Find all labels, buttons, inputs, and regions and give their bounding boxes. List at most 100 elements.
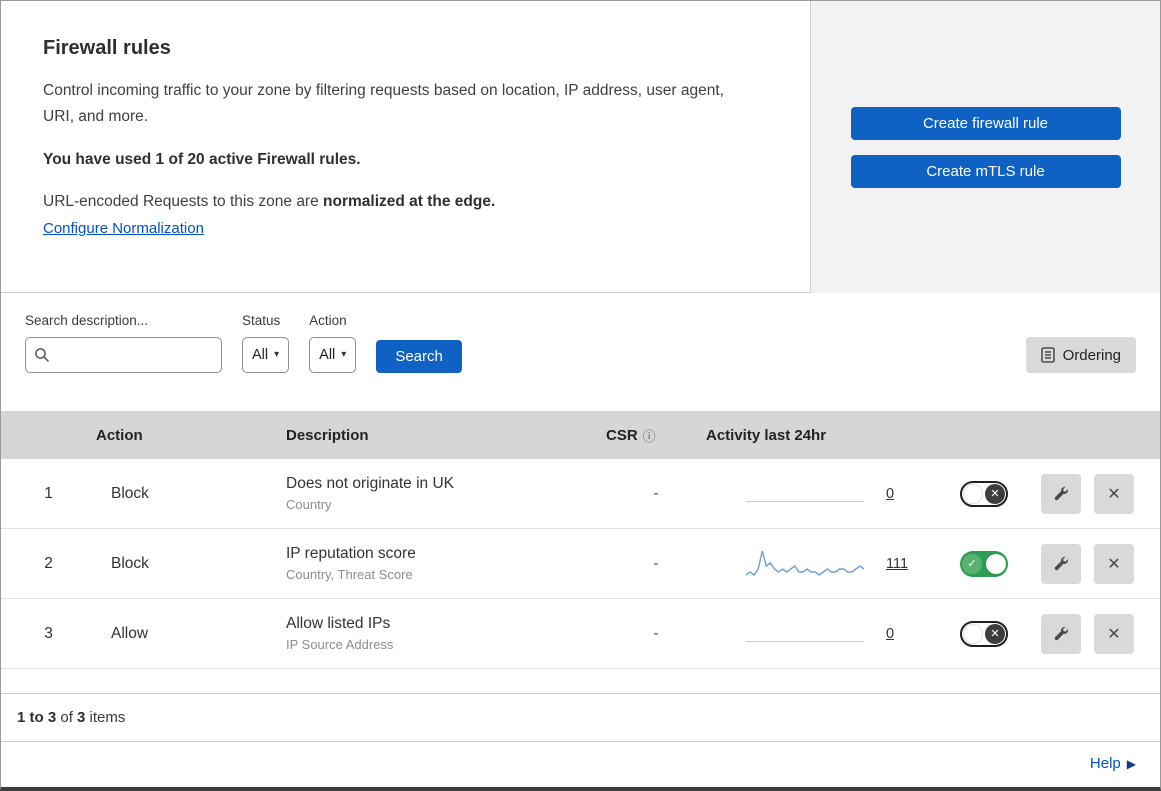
rule-csr: - <box>653 624 659 642</box>
rule-fields: Country <box>286 497 332 512</box>
rule-toggle-cell: ✓ ✕ <box>934 480 1034 507</box>
page-description: Control incoming traffic to your zone by… <box>43 82 724 125</box>
status-filter-dropdown[interactable]: All ▾ <box>242 337 290 373</box>
create-firewall-rule-button[interactable]: Create firewall rule <box>850 106 1121 140</box>
rule-description-cell: Does not originate in UK Country <box>286 475 606 512</box>
help-link[interactable]: Help ▶ <box>1090 755 1136 772</box>
edit-rule-button[interactable] <box>1041 473 1081 514</box>
page-header: Firewall rules Control incoming traffic … <box>1 1 1160 293</box>
action-label: Action <box>309 313 347 328</box>
page-title: Firewall rules <box>43 37 171 59</box>
pagination-items: items <box>85 709 126 726</box>
help-link-label: Help <box>1089 755 1121 772</box>
firewall-rules-page: Firewall rules Control incoming traffic … <box>0 0 1161 791</box>
toggle-knob <box>986 553 1006 574</box>
rule-delete-cell: ✕ <box>1088 613 1160 654</box>
rule-delete-cell: ✕ <box>1088 473 1160 514</box>
toggle-knob <box>963 623 983 644</box>
close-icon: ✕ <box>1107 555 1121 573</box>
rule-description-cell: Allow listed IPs IP Source Address <box>286 615 606 652</box>
rule-priority: 1 <box>44 484 53 502</box>
activity-count-link[interactable]: 111 <box>886 556 908 572</box>
rule-description: Does not originate in UK <box>286 475 455 492</box>
pagination-range: 1 to 3 <box>17 709 57 726</box>
action-filter-value: All <box>319 347 336 363</box>
column-csr: CSR ⓘ <box>606 426 706 445</box>
ordering-button-label: Ordering <box>1062 346 1121 364</box>
wrench-icon <box>1054 626 1068 640</box>
info-icon[interactable]: ⓘ <box>643 426 656 445</box>
rule-action: Allow <box>111 624 149 642</box>
filter-bar: Search description... Status All ▾ Actio… <box>1 293 1160 411</box>
column-activity: Activity last 24hr <box>706 426 827 444</box>
rule-activity-cell: 0 <box>706 476 934 512</box>
search-field-wrap <box>25 337 222 373</box>
activity-count-link[interactable]: 0 <box>886 626 894 642</box>
normalization-bold-text: normalized at the edge. <box>323 193 496 211</box>
search-group: Search description... <box>25 313 222 373</box>
close-icon: ✕ <box>1107 485 1121 503</box>
rule-description-cell: IP reputation score Country, Threat Scor… <box>286 545 606 582</box>
table-row: 2 Block IP reputation score Country, Thr… <box>1 529 1160 599</box>
check-icon: ✓ <box>962 553 982 574</box>
activity-sparkline <box>746 616 864 652</box>
status-filter-value: All <box>252 347 269 363</box>
usage-summary: You have used 1 of 20 active Firewall ru… <box>43 151 361 169</box>
search-label: Search description... <box>25 313 149 328</box>
action-filter-dropdown[interactable]: All ▾ <box>309 337 357 373</box>
rule-action: Block <box>111 484 149 502</box>
rule-fields: Country, Threat Score <box>286 567 413 582</box>
column-action: Action <box>96 426 143 444</box>
status-label: Status <box>242 313 281 328</box>
chevron-down-icon: ▾ <box>341 349 347 360</box>
toggle-knob <box>963 483 983 504</box>
rule-delete-cell: ✕ <box>1088 543 1160 584</box>
help-arrow-icon: ▶ <box>1126 756 1136 771</box>
rule-activity-cell: 0 <box>706 616 934 652</box>
table-row: 1 Block Does not originate in UK Country… <box>1 459 1160 529</box>
header-info: Firewall rules Control incoming traffic … <box>1 1 811 293</box>
rule-fields: IP Source Address <box>286 637 394 652</box>
rule-description: IP reputation score <box>286 545 416 562</box>
x-icon: ✕ <box>985 623 1005 644</box>
normalization-text: URL-encoded Requests to this zone are <box>43 193 324 211</box>
rule-enabled-toggle[interactable]: ✓ ✕ <box>960 620 1008 647</box>
rule-priority: 3 <box>44 624 53 642</box>
rule-csr: - <box>653 554 659 572</box>
search-input[interactable] <box>25 337 222 373</box>
pagination-summary: 1 to 3 of 3 items <box>1 693 1160 741</box>
activity-count-link[interactable]: 0 <box>886 486 894 502</box>
rule-description: Allow listed IPs <box>286 615 391 632</box>
edit-rule-button[interactable] <box>1041 613 1081 654</box>
table-row: 3 Allow Allow listed IPs IP Source Addre… <box>1 599 1160 669</box>
close-icon: ✕ <box>1107 625 1121 643</box>
rule-csr: - <box>653 484 659 502</box>
x-icon: ✕ <box>985 483 1005 504</box>
wrench-icon <box>1054 556 1068 570</box>
column-description: Description <box>286 426 369 444</box>
table-header-row: Action Description CSR ⓘ Activity last 2… <box>1 411 1160 459</box>
pagination-of: of <box>56 709 78 726</box>
create-mtls-rule-button[interactable]: Create mTLS rule <box>850 154 1121 188</box>
rule-edit-cell <box>1034 613 1088 654</box>
header-actions-panel: Create firewall rule Create mTLS rule <box>811 1 1160 293</box>
rule-action: Block <box>111 554 149 572</box>
help-row: Help ▶ <box>1 741 1160 787</box>
rule-edit-cell <box>1034 543 1088 584</box>
normalization-note: URL-encoded Requests to this zone are no… <box>43 193 770 211</box>
rule-enabled-toggle[interactable]: ✓ ✕ <box>960 480 1008 507</box>
list-icon <box>1040 347 1055 363</box>
search-button[interactable]: Search <box>376 340 462 373</box>
delete-rule-button[interactable]: ✕ <box>1094 473 1134 514</box>
configure-normalization-link[interactable]: Configure Normalization <box>43 220 204 237</box>
rule-edit-cell <box>1034 473 1088 514</box>
wrench-icon <box>1054 486 1068 500</box>
ordering-button[interactable]: Ordering <box>1025 337 1136 373</box>
rule-toggle-cell: ✓ ✕ <box>934 620 1034 647</box>
rule-enabled-toggle[interactable]: ✓ ✕ <box>960 550 1008 577</box>
edit-rule-button[interactable] <box>1041 543 1081 584</box>
chevron-down-icon: ▾ <box>274 349 280 360</box>
delete-rule-button[interactable]: ✕ <box>1094 613 1134 654</box>
delete-rule-button[interactable]: ✕ <box>1094 543 1134 584</box>
action-filter-group: Action All ▾ <box>309 313 357 373</box>
